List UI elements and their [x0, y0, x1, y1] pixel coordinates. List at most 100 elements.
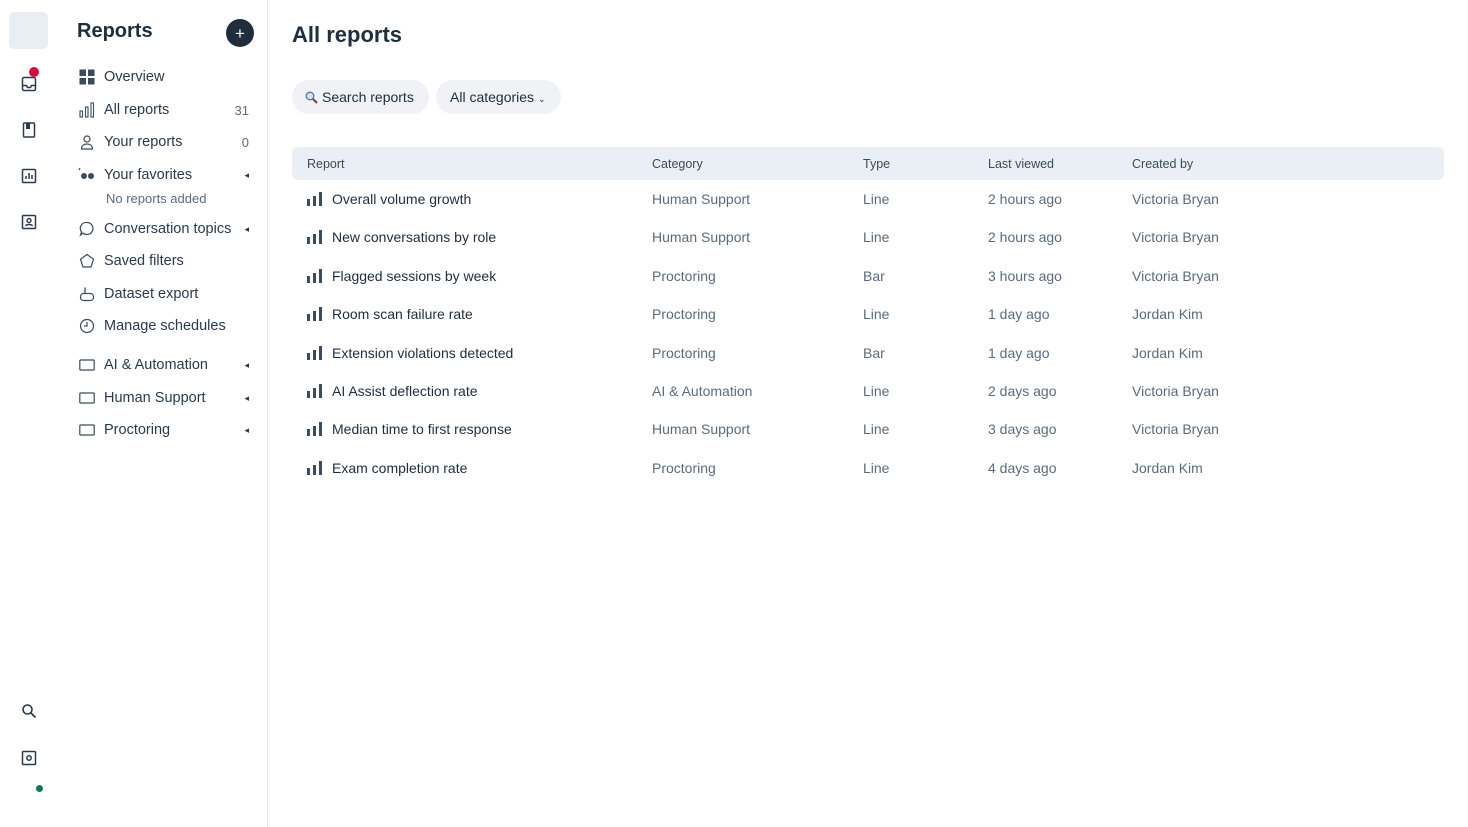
sidebar-item-your-favorites[interactable]: Your favorites ◂ — [77, 163, 249, 187]
report-last-viewed: 1 day ago — [988, 345, 1050, 361]
pentagon-icon — [77, 251, 97, 271]
table-row[interactable]: AI Assist deflection rate AI & Automatio… — [292, 372, 1444, 410]
report-name[interactable]: Overall volume growth — [332, 191, 471, 207]
report-type: Line — [863, 383, 890, 399]
sidebar-item-ai-automation[interactable]: AI & Automation ◂ — [77, 353, 249, 377]
bar-chart-icon — [307, 422, 322, 436]
sidebar-title: Reports — [77, 20, 153, 42]
main-content: All reports Search reports All categorie… — [268, 0, 1468, 827]
sidebar-item-your-reports[interactable]: Your reports 0 — [77, 130, 249, 154]
sidebar-item-manage-schedules[interactable]: Manage schedules — [77, 314, 249, 338]
icon-rail — [0, 0, 57, 827]
report-name[interactable]: Room scan failure rate — [332, 306, 473, 322]
sidebar-item-label: Conversation topics — [104, 221, 232, 237]
bar-chart-icon — [307, 307, 322, 321]
report-name[interactable]: Exam completion rate — [332, 460, 467, 476]
report-created-by: Jordan Kim — [1132, 460, 1203, 476]
table-row[interactable]: Room scan failure rate Proctoring Line 1… — [292, 295, 1444, 333]
report-category: Human Support — [652, 191, 751, 207]
report-category: Proctoring — [652, 345, 716, 361]
sidebar-item-human-support[interactable]: Human Support ◂ — [77, 386, 249, 410]
sidebar-item-label: Your favorites — [104, 167, 193, 183]
column-header-type[interactable]: Type — [863, 157, 890, 171]
category-filter-label: All categories — [450, 89, 535, 105]
chat-bubble-icon — [77, 219, 97, 239]
column-header-report[interactable]: Report — [307, 157, 345, 171]
report-created-by: Victoria Bryan — [1132, 421, 1219, 437]
inbox-icon[interactable] — [18, 73, 40, 95]
bar-chart-icon — [307, 269, 322, 283]
report-created-by: Victoria Bryan — [1132, 268, 1219, 284]
clock-icon — [77, 316, 97, 336]
search-icon[interactable] — [18, 700, 40, 722]
reports-sidebar: Reports + Overview All reports 31 Your r… — [57, 0, 268, 827]
category-filter-dropdown[interactable]: All categories ⌄ — [436, 80, 561, 114]
person-icon — [77, 132, 97, 152]
sidebar-item-proctoring[interactable]: Proctoring ◂ — [77, 418, 249, 442]
sidebar-item-overview[interactable]: Overview — [77, 65, 249, 89]
collapse-caret-icon[interactable]: ◂ — [244, 170, 249, 181]
report-count: 0 — [241, 134, 249, 150]
report-created-by: Victoria Bryan — [1132, 383, 1219, 399]
favorites-icon — [77, 165, 97, 185]
collapse-caret-icon[interactable]: ◂ — [244, 393, 249, 404]
search-reports-button[interactable]: Search reports — [292, 80, 429, 114]
search-label: Search reports — [322, 89, 414, 105]
report-category: Human Support — [652, 229, 751, 245]
report-last-viewed: 2 hours ago — [988, 191, 1062, 207]
magnifier-icon — [305, 90, 319, 104]
report-created-by: Victoria Bryan — [1132, 229, 1219, 245]
report-type: Line — [863, 191, 890, 207]
bar-chart-icon — [307, 192, 322, 206]
table-row[interactable]: Exam completion rate Proctoring Line 4 d… — [292, 449, 1444, 487]
report-type: Line — [863, 460, 890, 476]
report-name[interactable]: New conversations by role — [332, 229, 496, 245]
sidebar-item-label: Manage schedules — [104, 318, 226, 334]
collapse-caret-icon[interactable]: ◂ — [244, 224, 249, 235]
report-category: AI & Automation — [652, 383, 753, 399]
table-header: Report Category Type Last viewed Created… — [292, 147, 1444, 180]
report-category: Human Support — [652, 421, 751, 437]
table-row[interactable]: Median time to first response Human Supp… — [292, 410, 1444, 448]
column-header-last-viewed[interactable]: Last viewed — [988, 157, 1054, 171]
table-row[interactable]: Overall volume growth Human Support Line… — [292, 180, 1444, 218]
export-icon — [77, 284, 97, 304]
report-category: Proctoring — [652, 268, 716, 284]
sidebar-item-saved-filters[interactable]: Saved filters — [77, 249, 249, 273]
sidebar-item-label: Overview — [104, 69, 165, 85]
report-name[interactable]: Extension violations detected — [332, 345, 513, 361]
bar-chart-icon — [77, 100, 97, 120]
collapse-caret-icon[interactable]: ◂ — [244, 425, 249, 436]
workspace-logo[interactable] — [9, 12, 48, 49]
chevron-down-icon: ⌄ — [538, 93, 546, 104]
sidebar-item-conversation-topics[interactable]: Conversation topics ◂ — [77, 217, 249, 241]
add-report-button[interactable]: + — [226, 19, 254, 47]
sidebar-item-all-reports[interactable]: All reports 31 — [77, 98, 249, 122]
bar-chart-icon[interactable] — [18, 165, 40, 187]
report-created-by: Victoria Bryan — [1132, 191, 1219, 207]
collapse-caret-icon[interactable]: ◂ — [244, 360, 249, 371]
sidebar-item-label: Human Support — [104, 390, 206, 406]
column-header-created-by[interactable]: Created by — [1132, 157, 1193, 171]
bar-chart-icon — [307, 384, 322, 398]
report-last-viewed: 2 days ago — [988, 383, 1057, 399]
contact-icon[interactable] — [18, 211, 40, 233]
table-row[interactable]: Flagged sessions by week Proctoring Bar … — [292, 257, 1444, 295]
report-name[interactable]: AI Assist deflection rate — [332, 383, 478, 399]
table-row[interactable]: Extension violations detected Proctoring… — [292, 334, 1444, 372]
sidebar-item-dataset-export[interactable]: Dataset export — [77, 282, 249, 306]
sidebar-item-label: Saved filters — [104, 253, 184, 269]
report-name[interactable]: Flagged sessions by week — [332, 268, 496, 284]
report-created-by: Jordan Kim — [1132, 345, 1203, 361]
book-icon[interactable] — [18, 119, 40, 141]
column-header-category[interactable]: Category — [652, 157, 703, 171]
report-category: Proctoring — [652, 306, 716, 322]
page-title: All reports — [292, 22, 403, 47]
sidebar-item-label: Your reports — [104, 134, 183, 150]
table-row[interactable]: New conversations by role Human Support … — [292, 218, 1444, 256]
grid-icon — [77, 67, 97, 87]
report-name[interactable]: Median time to first response — [332, 421, 512, 437]
online-status-dot — [36, 785, 43, 792]
settings-icon[interactable] — [18, 747, 40, 769]
sidebar-item-label: Dataset export — [104, 286, 199, 302]
